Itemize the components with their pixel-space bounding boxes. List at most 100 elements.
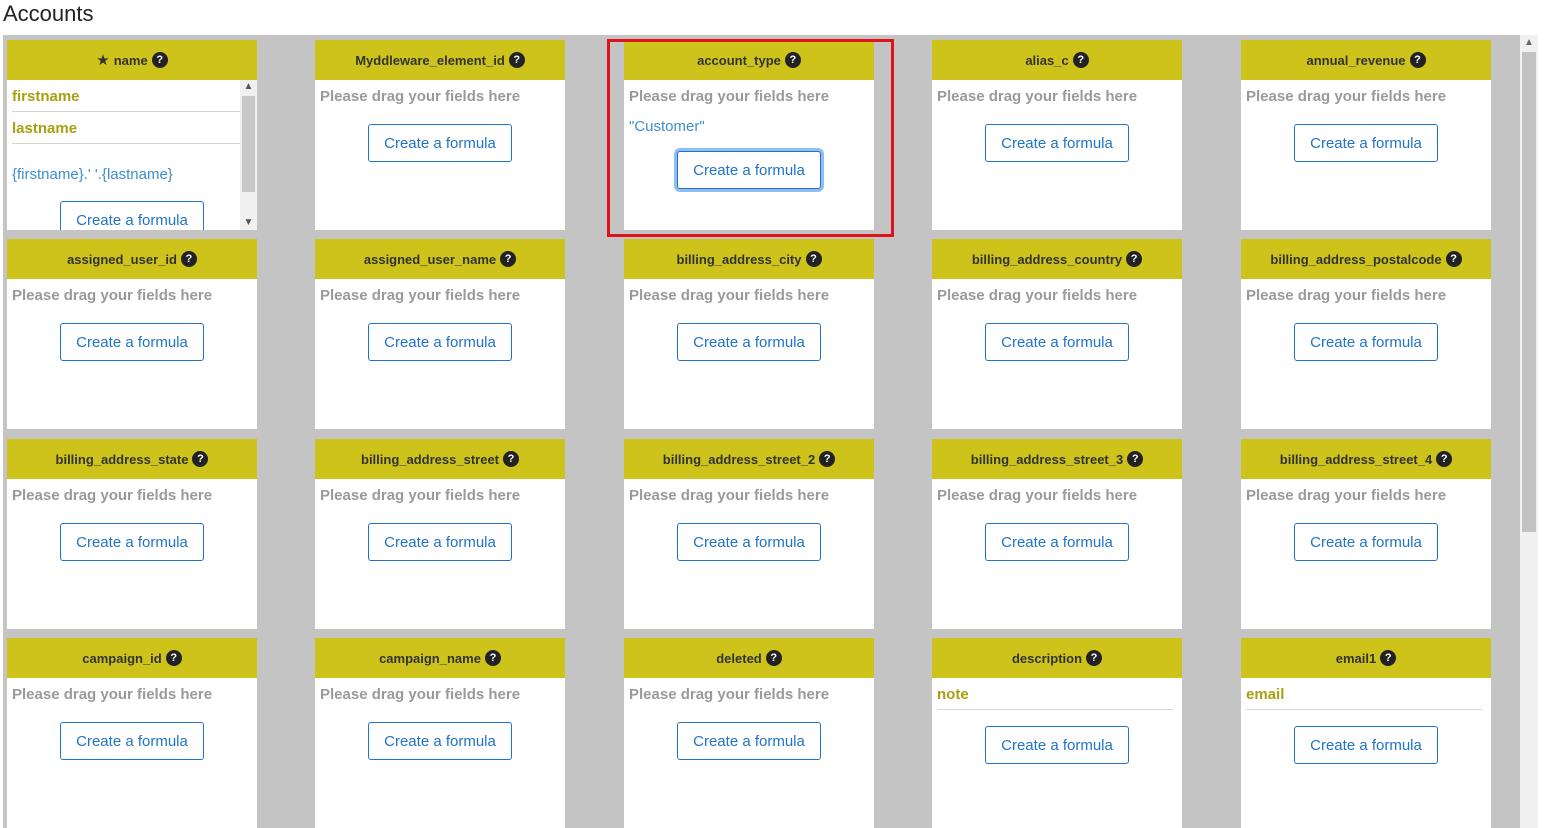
create-formula-button[interactable]: Create a formula	[1294, 124, 1438, 162]
target-field-card[interactable]: billing_address_street_4? Please drag you…	[1241, 439, 1491, 629]
drop-zone[interactable]: Please drag your fields here Create a for…	[315, 487, 565, 561]
target-field-card[interactable]: description? note Create a formula	[932, 638, 1182, 828]
target-field-card[interactable]: alias_c? Please drag your fields here Crea…	[932, 40, 1182, 230]
help-icon[interactable]: ?	[151, 52, 168, 68]
help-icon[interactable]: ?	[500, 251, 517, 267]
card-scrollbar[interactable]: ▲ ▼	[240, 80, 257, 230]
help-icon[interactable]: ?	[1445, 251, 1462, 267]
drop-zone[interactable]: Please drag your fields here Create a for…	[1241, 88, 1491, 162]
target-field-card[interactable]: deleted? Please drag your fields here Crea…	[624, 638, 874, 828]
drop-zone[interactable]: Please drag your fields here Create a for…	[932, 287, 1182, 361]
mapped-field[interactable]: email	[1246, 678, 1482, 710]
create-formula-button[interactable]: Create a formula	[677, 523, 821, 561]
target-field-card[interactable]: billing_address_street? Please drag your …	[315, 439, 565, 629]
help-icon[interactable]: ?	[1126, 251, 1143, 267]
drop-zone[interactable]: Please drag your fields here Create a for…	[624, 686, 874, 760]
mapped-field[interactable]: lastname	[12, 112, 248, 144]
help-icon[interactable]: ?	[819, 451, 836, 467]
create-formula-button[interactable]: Create a formula	[60, 722, 204, 760]
help-icon[interactable]: ?	[805, 251, 822, 267]
scroll-down-icon[interactable]: ▼	[240, 216, 257, 230]
create-formula-button[interactable]: Create a formula	[1294, 323, 1438, 361]
help-icon[interactable]: ?	[165, 650, 182, 666]
create-formula-button[interactable]: Create a formula	[368, 722, 512, 760]
card-header: billing_address_street?	[315, 439, 565, 479]
help-icon[interactable]: ?	[1409, 52, 1426, 68]
target-field-card[interactable]: billing_address_street_3? Please drag you…	[932, 439, 1182, 629]
help-icon[interactable]: ?	[1127, 451, 1144, 467]
help-icon[interactable]: ?	[1072, 52, 1089, 68]
scroll-thumb[interactable]	[242, 96, 255, 192]
target-field-card[interactable]: assigned_user_id? Please drag your fields…	[7, 239, 257, 429]
target-field-card[interactable]: campaign_id? Please drag your fields here…	[7, 638, 257, 828]
drop-zone[interactable]: Please drag your fields here Create a for…	[1241, 287, 1491, 361]
drop-zone[interactable]: Please drag your fields here Create a for…	[624, 287, 874, 361]
drop-zone[interactable]: Please drag your fields here Create a for…	[1241, 487, 1491, 561]
create-formula-button[interactable]: Create a formula	[1294, 726, 1438, 764]
help-icon[interactable]: ?	[765, 650, 782, 666]
create-formula-button[interactable]: Create a formula	[677, 151, 821, 189]
help-icon[interactable]: ?	[503, 451, 519, 467]
target-field-card[interactable]: billing_address_country? Please drag your…	[932, 239, 1182, 429]
page-title: Accounts	[3, 1, 94, 26]
card-field-name: billing_address_postalcode	[1270, 251, 1442, 267]
drop-zone[interactable]: Please drag your fields here Create a for…	[932, 487, 1182, 561]
drop-zone[interactable]: Please drag your fields here Create a for…	[624, 487, 874, 561]
create-formula-button[interactable]: Create a formula	[677, 722, 821, 760]
create-formula-button[interactable]: Create a formula	[985, 323, 1129, 361]
scroll-thumb[interactable]	[1522, 52, 1536, 532]
card-header: campaign_name?	[315, 638, 565, 678]
target-field-card[interactable]: billing_address_postalcode? Please drag y…	[1241, 239, 1491, 429]
help-icon[interactable]: ?	[484, 650, 501, 666]
help-icon[interactable]: ?	[508, 52, 525, 68]
formula-text: {firstname}.' '.{lastname}	[12, 166, 173, 183]
target-field-card[interactable]: billing_address_city? Please drag your fi…	[624, 239, 874, 429]
create-formula-button[interactable]: Create a formula	[985, 124, 1129, 162]
drop-zone[interactable]: firstname lastname {firstname}.' '.{lastna…	[7, 80, 257, 230]
help-icon[interactable]: ?	[1086, 650, 1103, 666]
create-formula-button[interactable]: Create a formula	[368, 323, 512, 361]
target-field-card[interactable]: billing_address_street_2? Please drag you…	[624, 439, 874, 629]
card-header: billing_address_street_2?	[624, 439, 874, 479]
drop-zone[interactable]: Please drag your fields here Create a for…	[7, 287, 257, 361]
target-field-card[interactable]: assigned_user_name? Please drag your fiel…	[315, 239, 565, 429]
mapped-field[interactable]: firstname	[12, 80, 248, 112]
help-icon[interactable]: ?	[180, 251, 197, 267]
create-formula-button[interactable]: Create a formula	[60, 323, 204, 361]
target-field-card[interactable]: account_type? Please drag your fields her…	[624, 40, 874, 230]
create-formula-button[interactable]: Create a formula	[677, 323, 821, 361]
help-icon[interactable]: ?	[1436, 451, 1453, 467]
drop-zone[interactable]: Please drag your fields here Create a for…	[315, 88, 565, 162]
drop-zone[interactable]: Please drag your fields here "Customer" Cr…	[624, 88, 874, 189]
drop-zone[interactable]: email Create a formula	[1241, 678, 1491, 764]
help-icon[interactable]: ?	[784, 52, 801, 68]
create-formula-button[interactable]: Create a formula	[985, 523, 1129, 561]
scroll-up-icon[interactable]: ▲	[240, 80, 257, 94]
help-icon[interactable]: ?	[192, 451, 209, 467]
mapped-field[interactable]: note	[937, 678, 1173, 710]
target-field-card[interactable]: campaign_name? Please drag your fields he…	[315, 638, 565, 828]
target-field-card[interactable]: Myddleware_element_id? Please drag your f…	[315, 40, 565, 230]
drop-zone[interactable]: Please drag your fields here Create a for…	[7, 487, 257, 561]
create-formula-button[interactable]: Create a formula	[985, 726, 1129, 764]
target-field-card[interactable]: email1? email Create a formula	[1241, 638, 1491, 828]
scroll-up-icon[interactable]: ▲	[1520, 35, 1538, 51]
target-field-card[interactable]: ★ name? firstname lastname {firstname}.' '.{…	[7, 40, 257, 230]
card-header: billing_address_city?	[624, 239, 874, 279]
drop-zone[interactable]: note Create a formula	[932, 678, 1182, 764]
create-formula-button[interactable]: Create a formula	[368, 523, 512, 561]
drop-zone[interactable]: Please drag your fields here Create a for…	[315, 686, 565, 760]
create-formula-button[interactable]: Create a formula	[368, 124, 512, 162]
target-field-card[interactable]: billing_address_state? Please drag your f…	[7, 439, 257, 629]
create-formula-button[interactable]: Create a formula	[60, 201, 204, 230]
page-scrollbar[interactable]: ▲	[1520, 35, 1538, 828]
help-icon[interactable]: ?	[1380, 650, 1397, 666]
card-field-name: billing_address_street_3	[970, 451, 1124, 467]
drop-zone[interactable]: Please drag your fields here Create a for…	[932, 88, 1182, 162]
drop-zone[interactable]: Please drag your fields here Create a for…	[315, 287, 565, 361]
create-formula-button[interactable]: Create a formula	[60, 523, 204, 561]
create-formula-button[interactable]: Create a formula	[1294, 523, 1438, 561]
drag-hint: Please drag your fields here	[629, 287, 830, 304]
drop-zone[interactable]: Please drag your fields here Create a for…	[7, 686, 257, 760]
target-field-card[interactable]: annual_revenue? Please drag your fields h…	[1241, 40, 1491, 230]
